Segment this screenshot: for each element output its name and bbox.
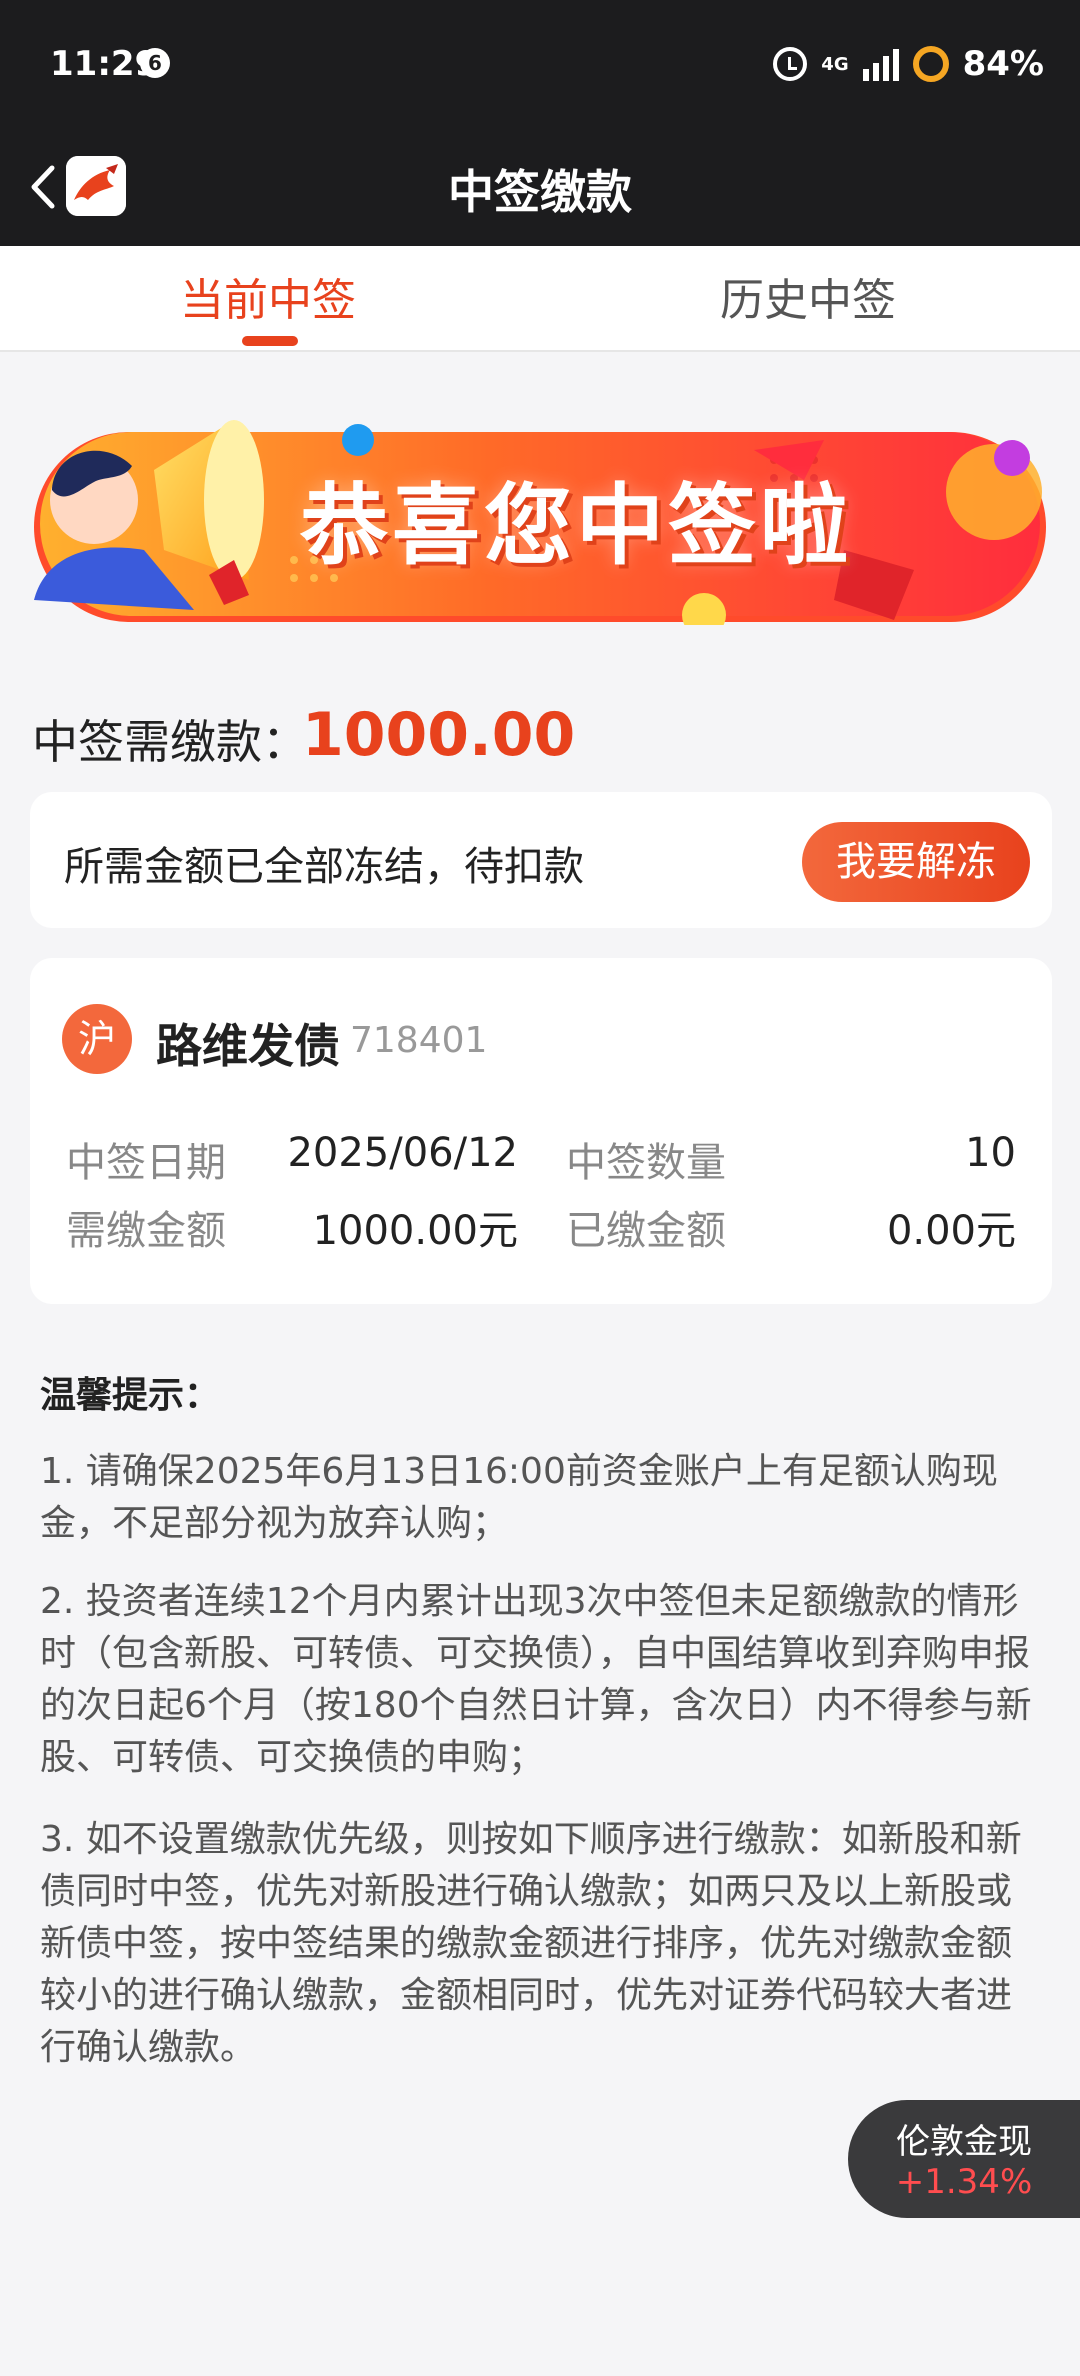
bond-card: 沪 路维发债 718401 中签日期 2025/06/12 中签数量 10 需缴… xyxy=(30,958,1052,1304)
amount-payable-value: 1000.00元 xyxy=(312,1208,518,1254)
tab-history-winning[interactable]: 历史中签 xyxy=(720,264,896,328)
frozen-status-card: 所需金额已全部冻结，待扣款 我要解冻 xyxy=(30,792,1052,928)
banner-text: 恭喜您中签啦 xyxy=(300,474,853,577)
market-float-widget[interactable]: 伦敦金现 +1.34% xyxy=(848,2100,1080,2218)
exchange-badge: 沪 xyxy=(62,1004,132,1074)
bond-name: 路维发债 xyxy=(156,1019,340,1073)
unfreeze-button[interactable]: 我要解冻 xyxy=(802,822,1030,902)
amount-due-label: 中签需缴款： xyxy=(32,715,308,769)
tip-item-2: 2. 投资者连续12个月内累计出现3次中签但未足额缴款的情形时（包含新股、可转债… xyxy=(40,1581,1032,1778)
amount-due-value: 1000.00 xyxy=(302,700,576,770)
tips-title: 温馨提示： xyxy=(40,1375,221,1416)
network-type: 4G xyxy=(821,53,849,75)
tip-item-3: 3. 如不设置缴款优先级，则按如下顺序进行缴款：如新股和新债同时中签，优先对新股… xyxy=(40,1819,1022,2068)
battery-icon xyxy=(912,46,949,82)
nav-bar: 中签缴款 xyxy=(0,128,1080,246)
status-right-icons: 4G 84% xyxy=(773,44,1044,84)
frozen-message: 所需金额已全部冻结，待扣款 xyxy=(64,844,584,890)
winning-date-label: 中签日期 xyxy=(66,1140,226,1186)
winning-quantity-value: 10 xyxy=(965,1130,1016,1176)
status-bar: 11:29 6 4G 84% xyxy=(0,0,1080,128)
notification-count-badge: 6 xyxy=(140,48,170,78)
alarm-icon xyxy=(773,47,808,81)
amount-paid-value: 0.00元 xyxy=(886,1208,1016,1254)
amount-paid-label: 已缴金额 xyxy=(566,1208,726,1254)
winning-quantity-label: 中签数量 xyxy=(566,1140,726,1186)
battery-level: 84% xyxy=(962,44,1044,84)
tab-bar: 当前中签 历史中签 xyxy=(0,246,1080,352)
bond-code: 718401 xyxy=(350,1020,488,1061)
amount-payable-label: 需缴金额 xyxy=(66,1208,226,1254)
tab-current-winning[interactable]: 当前中签 xyxy=(180,264,356,328)
active-tab-indicator xyxy=(242,336,298,346)
signal-icon xyxy=(862,47,899,81)
market-change: +1.34% xyxy=(895,2162,1033,2202)
page-title: 中签缴款 xyxy=(448,165,632,219)
winning-date-value: 2025/06/12 xyxy=(287,1130,518,1176)
tip-item-1: 1. 请确保2025年6月13日16:00前资金账户上有足额认购现金，不足部分视… xyxy=(40,1451,998,1544)
market-name: 伦敦金现 xyxy=(896,2122,1032,2162)
